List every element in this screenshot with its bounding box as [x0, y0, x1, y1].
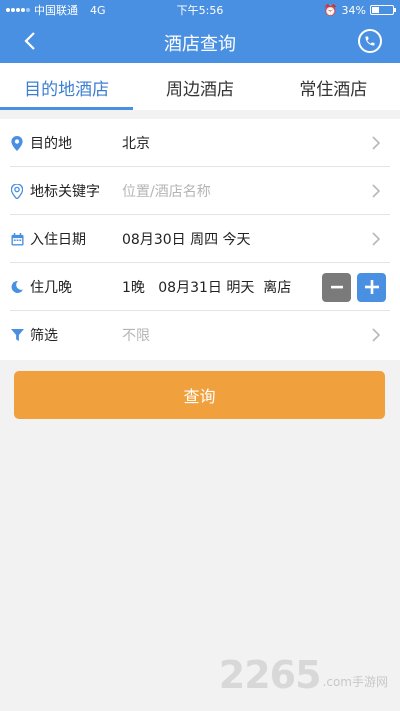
- filter-icon: [10, 328, 24, 342]
- nights-stepper: [322, 272, 386, 302]
- keyword-label: 地标关键字: [30, 184, 100, 200]
- nights-label: 住几晚: [30, 280, 72, 296]
- chevron-right-icon: [372, 136, 381, 150]
- nights-value: 1晚 08月31日 明天 离店: [122, 280, 292, 296]
- landmark-pin-icon: [10, 183, 24, 199]
- tab-destination-hotels[interactable]: 目的地酒店: [0, 63, 134, 110]
- destination-value: 北京: [122, 136, 150, 152]
- search-form: 目的地 北京 地标关键字 位置/酒店名称 入住日期 08月30日 周四 今天 住…: [0, 119, 400, 360]
- filter-value: 不限: [122, 328, 150, 344]
- filter-row[interactable]: 筛选 不限: [0, 311, 400, 359]
- tab-nearby-hotels[interactable]: 周边酒店: [133, 63, 266, 110]
- nav-bar: 酒店查询: [0, 20, 400, 63]
- increment-button[interactable]: [357, 272, 386, 302]
- watermark-number: 2265: [218, 653, 322, 697]
- site-watermark: 2265 .com手游网: [219, 653, 388, 697]
- checkin-row[interactable]: 入住日期 08月30日 周四 今天: [0, 215, 400, 263]
- watermark-text: .com手游网: [322, 674, 388, 689]
- chevron-right-icon: [372, 328, 381, 342]
- keyword-input[interactable]: 位置/酒店名称: [122, 181, 211, 201]
- page-title: 酒店查询: [164, 34, 236, 55]
- tab-frequent-hotels[interactable]: 常住酒店: [267, 63, 400, 110]
- chevron-right-icon: [372, 184, 381, 198]
- destination-row[interactable]: 目的地 北京: [0, 119, 400, 167]
- moon-icon: [10, 280, 24, 294]
- phone-icon[interactable]: [358, 29, 382, 53]
- battery-icon: [370, 5, 396, 15]
- chevron-right-icon: [372, 232, 381, 246]
- status-bar: 中国联通 4G 下午5:56 ⏰ 34%: [0, 0, 400, 20]
- location-pin-icon: [10, 135, 24, 151]
- filter-label: 筛选: [30, 328, 58, 344]
- nights-row: 住几晚 1晚 08月31日 明天 离店: [0, 263, 400, 311]
- calendar-icon: [10, 232, 24, 246]
- decrement-button[interactable]: [322, 272, 351, 302]
- tab-bar: 目的地酒店 周边酒店 常住酒店: [0, 63, 400, 110]
- status-time: 下午5:56: [176, 4, 224, 17]
- query-button[interactable]: 查询: [14, 371, 385, 419]
- checkin-value: 08月30日 周四 今天: [122, 232, 251, 248]
- checkin-label: 入住日期: [30, 232, 86, 248]
- destination-label: 目的地: [30, 136, 72, 152]
- keyword-row[interactable]: 地标关键字 位置/酒店名称: [0, 167, 400, 215]
